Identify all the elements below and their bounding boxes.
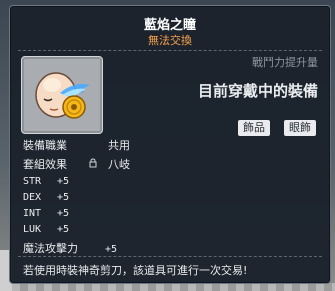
trade-status: 無法交換: [148, 34, 192, 47]
tag-eye-accessory: 眼飾: [284, 120, 316, 136]
stat-row-dex: DEX +5: [23, 192, 69, 203]
divider: [18, 256, 322, 257]
stat-name: LUK: [23, 224, 42, 235]
stat-name: STR: [23, 176, 42, 187]
bald-head-with-blue-flame-eye-icon: [35, 72, 90, 119]
stat-row-str: STR +5: [23, 176, 69, 187]
set-effect-value: 八岐: [108, 158, 130, 171]
stat-value: +5: [105, 244, 118, 255]
item-name: 藍焰之瞳: [143, 18, 196, 33]
job-value: 共用: [108, 139, 130, 152]
stat-row-int: INT +5: [23, 208, 69, 219]
attack-gain-label: 戰鬥力提升量: [252, 56, 318, 69]
trade-notice: 若使用時裝神奇剪刀，該道具可進行一次交易!: [23, 264, 248, 277]
equipped-status: 目前穿戴中的裝備: [197, 82, 318, 100]
set-effect-label: 套組效果: [23, 158, 67, 171]
stat-value: +5: [57, 176, 70, 187]
stat-name: INT: [23, 208, 42, 219]
stat-row-magic-attack: 魔法攻擊力 +5: [23, 240, 117, 256]
stat-value: +5: [57, 192, 70, 203]
item-tooltip: 藍焰之瞳 無法交換 戰鬥力提升量 目前穿戴中的裝備 飾品 眼飾 裝備職業 共用 …: [9, 5, 331, 284]
background-ui-strip: [12, 283, 335, 291]
stat-value: +5: [57, 224, 70, 235]
stat-row-luk: LUK +5: [23, 224, 69, 235]
stat-name: DEX: [23, 192, 42, 203]
job-label: 裝備職業: [23, 139, 67, 152]
stat-name: 魔法攻擊力: [23, 242, 78, 255]
tag-accessory: 飾品: [238, 120, 270, 136]
divider: [18, 50, 322, 51]
lock-icon: [89, 158, 97, 168]
item-icon-frame: [21, 56, 103, 134]
stat-value: +5: [57, 208, 70, 219]
